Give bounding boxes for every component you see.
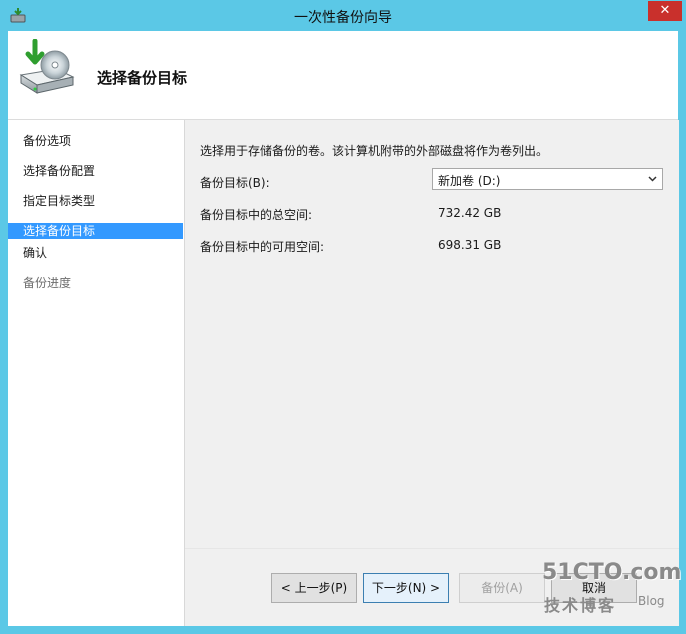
wizard-steps-nav: 备份选项 选择备份配置 指定目标类型 选择备份目标 确认 备份进度: [8, 120, 183, 626]
footer-divider: [185, 548, 679, 549]
backup-target-value: 新加卷 (D:): [438, 174, 501, 188]
wizard-header: 选择备份目标: [8, 31, 678, 120]
previous-button[interactable]: < 上一步(P): [271, 573, 357, 603]
nav-item-backup-options[interactable]: 备份选项: [8, 133, 183, 149]
nav-item-confirm[interactable]: 确认: [8, 245, 183, 261]
wizard-client-area: 选择备份目标 备份选项 选择备份配置 指定目标类型 选择备份目标 确认 备份进度…: [8, 31, 679, 626]
nav-item-backup-config[interactable]: 选择备份配置: [8, 163, 183, 179]
nav-item-backup-target[interactable]: 选择备份目标: [8, 223, 183, 239]
backup-target-dropdown[interactable]: 新加卷 (D:): [432, 168, 663, 190]
cancel-button[interactable]: 取消: [551, 573, 637, 603]
page-description: 选择用于存储备份的卷。该计算机附带的外部磁盘将作为卷列出。: [200, 144, 549, 158]
free-space-label: 备份目标中的可用空间:: [200, 240, 325, 254]
page-title: 选择备份目标: [97, 69, 188, 87]
total-space-label: 备份目标中的总空间:: [200, 208, 313, 222]
close-button[interactable]: ✕: [648, 1, 682, 21]
wizard-content: 选择用于存储备份的卷。该计算机附带的外部磁盘将作为卷列出。 备份目标(B): 新…: [184, 120, 679, 626]
title-bar[interactable]: 一次性备份向导 ✕: [0, 0, 686, 31]
nav-item-backup-progress: 备份进度: [23, 276, 72, 290]
window-title: 一次性备份向导: [294, 10, 392, 26]
next-button[interactable]: 下一步(N) >: [363, 573, 449, 603]
free-space-value: 698.31 GB: [438, 238, 502, 252]
wizard-window: 一次性备份向导 ✕ 选择备份目标 备份选项 选择备份配置 指定目标类型 选择备份…: [0, 0, 686, 634]
backup-button[interactable]: 备份(A): [459, 573, 545, 603]
backup-drive-icon: [19, 39, 75, 94]
backup-target-label: 备份目标(B):: [200, 176, 270, 190]
total-space-value: 732.42 GB: [438, 206, 502, 220]
chevron-down-icon: [648, 176, 657, 182]
nav-item-target-type[interactable]: 指定目标类型: [8, 193, 183, 209]
